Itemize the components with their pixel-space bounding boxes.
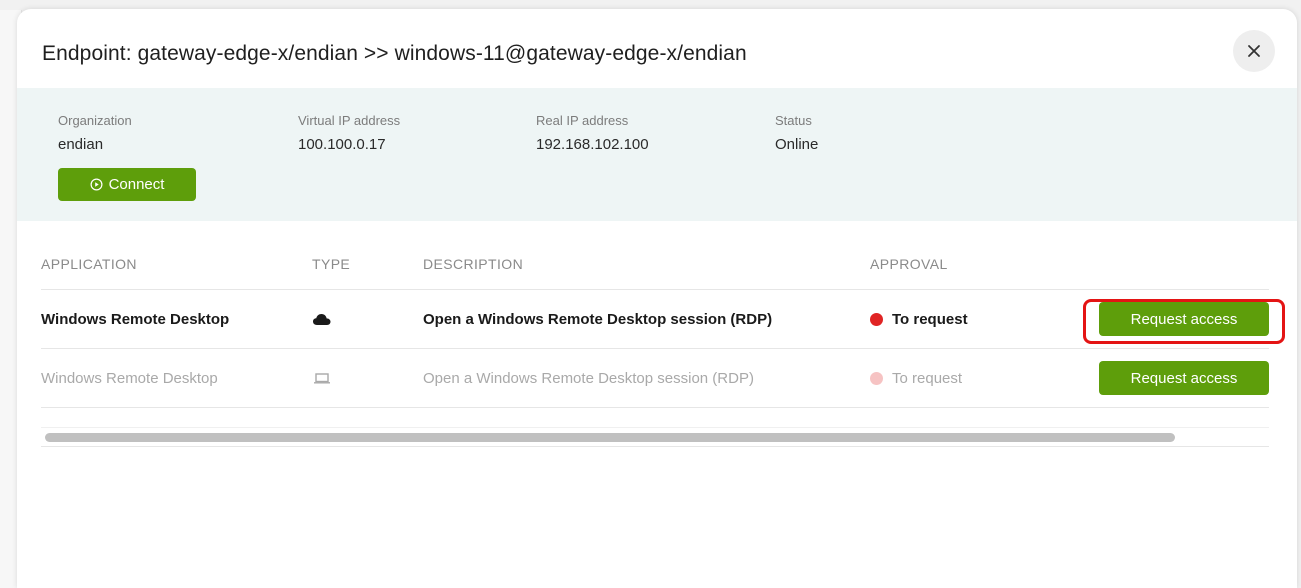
cloud-icon: [313, 314, 331, 325]
application-description: Open a Windows Remote Desktop session (R…: [423, 369, 754, 387]
scrollbar-thumb[interactable]: [45, 433, 1175, 442]
application-name: Windows Remote Desktop: [41, 369, 218, 387]
header-approval: APPROVAL: [870, 256, 948, 272]
horizontal-scrollbar[interactable]: [41, 427, 1269, 447]
virtual-ip-label: Virtual IP address: [298, 113, 401, 128]
close-button[interactable]: [1233, 30, 1275, 72]
real-ip-value: 192.168.102.100: [536, 136, 649, 153]
header-description: DESCRIPTION: [423, 256, 524, 272]
applications-table: APPLICATION TYPE DESCRIPTION APPROVAL Wi…: [41, 239, 1285, 408]
endpoint-info-panel: Organization endian Virtual IP address 1…: [17, 88, 1297, 221]
modal-title: Endpoint: gateway-edge-x/endian >> windo…: [42, 42, 747, 65]
status-field: Status Online: [775, 113, 818, 153]
action-cell: Request access: [1083, 290, 1285, 348]
connect-button[interactable]: Connect: [58, 168, 196, 201]
play-circle-icon: [90, 178, 103, 191]
laptop-icon: [314, 373, 330, 384]
approval-text: To request: [892, 310, 968, 328]
status-dot-icon: [870, 371, 883, 385]
virtual-ip-field: Virtual IP address 100.100.0.17: [298, 113, 400, 153]
status-dot-icon: [870, 312, 883, 326]
approval-status: To request: [870, 290, 968, 348]
table-row: Windows Remote Desktop Open a Windows Re…: [41, 290, 1285, 349]
organization-field: Organization endian: [58, 113, 132, 153]
real-ip-label: Real IP address: [536, 113, 629, 128]
endpoint-modal: Endpoint: gateway-edge-x/endian >> windo…: [17, 9, 1297, 588]
status-value: Online: [775, 136, 819, 153]
status-label: Status: [775, 113, 812, 128]
connect-label: Connect: [108, 176, 165, 193]
table-row: Windows Remote Desktop Open a Windows Re…: [41, 349, 1269, 408]
application-type: [312, 290, 332, 348]
request-access-button[interactable]: Request access: [1099, 302, 1269, 336]
request-access-button[interactable]: Request access: [1099, 361, 1269, 395]
virtual-ip-value: 100.100.0.17: [298, 136, 386, 153]
header-application: APPLICATION: [41, 256, 137, 272]
application-type: [312, 349, 332, 407]
close-icon: [1248, 45, 1260, 57]
header-type: TYPE: [312, 256, 351, 272]
organization-label: Organization: [58, 113, 132, 128]
approval-text: To request: [892, 369, 963, 387]
table-header: APPLICATION TYPE DESCRIPTION APPROVAL: [41, 239, 1269, 290]
real-ip-field: Real IP address 192.168.102.100: [536, 113, 649, 153]
approval-status: To request: [870, 349, 962, 407]
action-cell: Request access: [1099, 349, 1269, 407]
application-name: Windows Remote Desktop: [41, 310, 230, 328]
application-description: Open a Windows Remote Desktop session (R…: [423, 310, 773, 328]
organization-value: endian: [58, 136, 104, 153]
